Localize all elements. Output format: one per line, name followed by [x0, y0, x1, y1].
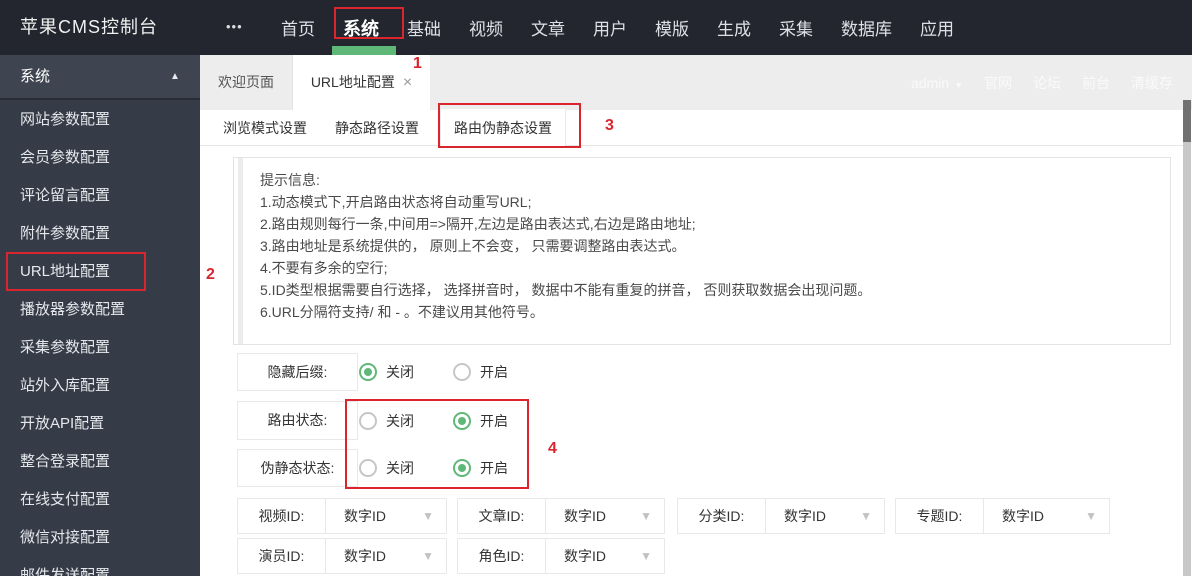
chevron-down-icon: ▼	[422, 549, 434, 563]
chevron-down-icon: ▼	[954, 80, 963, 90]
tab-url-config[interactable]: URL地址配置 ×	[293, 55, 430, 110]
label-category-id: 分类ID:	[678, 499, 766, 533]
tips-line: 2.路由规则每行一条,中间用=>隔开,左边是路由表达式,右边是路由地址;	[260, 216, 696, 232]
select-article-id[interactable]: 数字ID ▼	[546, 499, 664, 533]
link-official-site[interactable]: 官网	[984, 73, 1012, 93]
tips-title: 提示信息:	[260, 172, 320, 188]
subtab-static-path[interactable]: 静态路径设置	[335, 110, 419, 146]
sidebar-item-integrated-login[interactable]: 整合登录配置	[0, 443, 200, 481]
user-name: admin	[910, 75, 950, 91]
radio-unselected-icon	[359, 459, 377, 477]
sidebar-item-url-config[interactable]: URL地址配置	[0, 253, 200, 291]
select-video-id[interactable]: 数字ID ▼	[326, 499, 446, 533]
radio-route-status-off[interactable]: 关闭	[359, 401, 414, 440]
select-category-id[interactable]: 数字ID ▼	[766, 499, 884, 533]
sidebar-item-open-api[interactable]: 开放API配置	[0, 405, 200, 443]
tips-line: 1.动态模式下,开启路由状态将自动重写URL;	[260, 194, 532, 210]
label-route-status: 路由状态:	[237, 401, 358, 440]
label-role-id: 角色ID:	[458, 539, 546, 573]
tab-welcome[interactable]: 欢迎页面	[200, 55, 293, 110]
more-menu-icon[interactable]: •••	[226, 0, 243, 55]
link-frontend[interactable]: 前台	[1082, 73, 1110, 93]
tips-line: 6.URL分隔符支持/ 和 - 。不建议用其他符号。	[260, 304, 544, 320]
chevron-down-icon: ▼	[860, 509, 872, 523]
select-group-video-id: 视频ID: 数字ID ▼	[237, 498, 447, 534]
link-clear-cache[interactable]: 清缓存	[1131, 73, 1173, 93]
label-hide-suffix: 隐藏后缀:	[237, 353, 358, 391]
select-actor-id[interactable]: 数字ID ▼	[326, 539, 446, 573]
select-group-actor-id: 演员ID: 数字ID ▼	[237, 538, 447, 574]
label-actor-id: 演员ID:	[238, 539, 326, 573]
sidebar-item-collect-params[interactable]: 采集参数配置	[0, 329, 200, 367]
close-icon[interactable]: ×	[403, 74, 412, 91]
annotation-number-1: 1	[413, 55, 422, 72]
chevron-down-icon: ▼	[640, 549, 652, 563]
link-forum[interactable]: 论坛	[1033, 73, 1061, 93]
sidebar-item-attachment-params[interactable]: 附件参数配置	[0, 215, 200, 253]
radio-rewrite-status-on[interactable]: 开启	[453, 449, 508, 487]
chevron-down-icon: ▼	[422, 509, 434, 523]
select-topic-id[interactable]: 数字ID ▼	[984, 499, 1109, 533]
sidebar-item-mail-config[interactable]: 邮件发送配置	[0, 557, 200, 576]
scrollbar-track[interactable]	[1183, 100, 1191, 576]
select-group-role-id: 角色ID: 数字ID ▼	[457, 538, 665, 574]
top-nav-generate[interactable]: 生成	[717, 15, 751, 40]
user-quick-links: admin ▼ 官网 论坛 前台 清缓存	[911, 70, 1173, 96]
radio-hide-suffix-on[interactable]: 开启	[453, 353, 508, 391]
subtab-browse-mode[interactable]: 浏览模式设置	[223, 110, 307, 146]
sidebar-item-site-params[interactable]: 网站参数配置	[0, 101, 200, 139]
top-nav-app[interactable]: 应用	[920, 15, 954, 40]
app-logo: 苹果CMS控制台	[20, 17, 158, 37]
subtab-route-rewrite[interactable]: 路由伪静态设置	[440, 109, 566, 147]
top-nav-home[interactable]: 首页	[281, 15, 315, 40]
sidebar-item-comment-config[interactable]: 评论留言配置	[0, 177, 200, 215]
sidebar-item-player-params[interactable]: 播放器参数配置	[0, 291, 200, 329]
tips-accent-bar	[238, 158, 243, 344]
label-rewrite-status: 伪静态状态:	[237, 449, 358, 487]
label-topic-id: 专题ID:	[896, 499, 984, 533]
active-nav-underline	[332, 46, 396, 55]
label-article-id: 文章ID:	[458, 499, 546, 533]
radio-rewrite-status-off[interactable]: 关闭	[359, 449, 414, 487]
tab-url-config-label: URL地址配置	[310, 74, 395, 90]
tips-line: 5.ID类型根据需要自行选择， 选择拼音时， 数据中不能有重复的拼音， 否则获取…	[260, 282, 872, 298]
chevron-down-icon: ▼	[1085, 509, 1097, 523]
top-nav-basic[interactable]: 基础	[407, 15, 441, 40]
tips-line: 3.路由地址是系统提供的， 原则上不会变， 只需要调整路由表达式。	[260, 238, 686, 254]
top-nav-database[interactable]: 数据库	[841, 15, 892, 40]
radio-hide-suffix-off[interactable]: 关闭	[359, 353, 414, 391]
top-nav-user[interactable]: 用户	[593, 15, 627, 40]
select-group-topic-id: 专题ID: 数字ID ▼	[895, 498, 1110, 534]
select-group-category-id: 分类ID: 数字ID ▼	[677, 498, 885, 534]
radio-selected-icon	[453, 459, 471, 477]
chevron-down-icon: ▼	[640, 509, 652, 523]
sidebar-item-online-payment[interactable]: 在线支付配置	[0, 481, 200, 519]
annotation-number-3: 3	[605, 117, 614, 134]
tips-content: 提示信息: 1.动态模式下,开启路由状态将自动重写URL; 2.路由规则每行一条…	[260, 169, 1150, 323]
radio-route-status-on[interactable]: 开启	[453, 401, 508, 440]
select-group-article-id: 文章ID: 数字ID ▼	[457, 498, 665, 534]
top-nav-video[interactable]: 视频	[469, 15, 503, 40]
sidebar-item-wechat-config[interactable]: 微信对接配置	[0, 519, 200, 557]
radio-selected-icon	[453, 411, 471, 430]
radio-unselected-icon	[453, 363, 471, 381]
tips-line: 4.不要有多余的空行;	[260, 260, 388, 276]
cms-admin-page: 苹果CMS控制台 ••• 首页 系统 基础 视频 文章 用户 模版 生成 采集 …	[0, 0, 1192, 576]
select-role-id[interactable]: 数字ID ▼	[546, 539, 664, 573]
top-nav-collect[interactable]: 采集	[779, 15, 813, 40]
annotation-number-2: 2	[206, 266, 215, 283]
top-nav-system[interactable]: 系统	[343, 15, 379, 41]
sidebar-item-member-params[interactable]: 会员参数配置	[0, 139, 200, 177]
chevron-up-icon[interactable]: ▲	[170, 55, 180, 98]
top-nav-template[interactable]: 模版	[655, 15, 689, 40]
scrollbar-thumb[interactable]	[1183, 100, 1191, 142]
label-video-id: 视频ID:	[238, 499, 326, 533]
user-menu[interactable]: admin ▼	[911, 75, 963, 91]
annotation-number-4: 4	[548, 440, 557, 457]
sidebar-item-offsite-storage[interactable]: 站外入库配置	[0, 367, 200, 405]
sidebar-divider	[0, 98, 200, 100]
radio-unselected-icon	[359, 411, 377, 430]
radio-selected-icon	[359, 363, 377, 381]
top-nav-article[interactable]: 文章	[531, 15, 565, 40]
